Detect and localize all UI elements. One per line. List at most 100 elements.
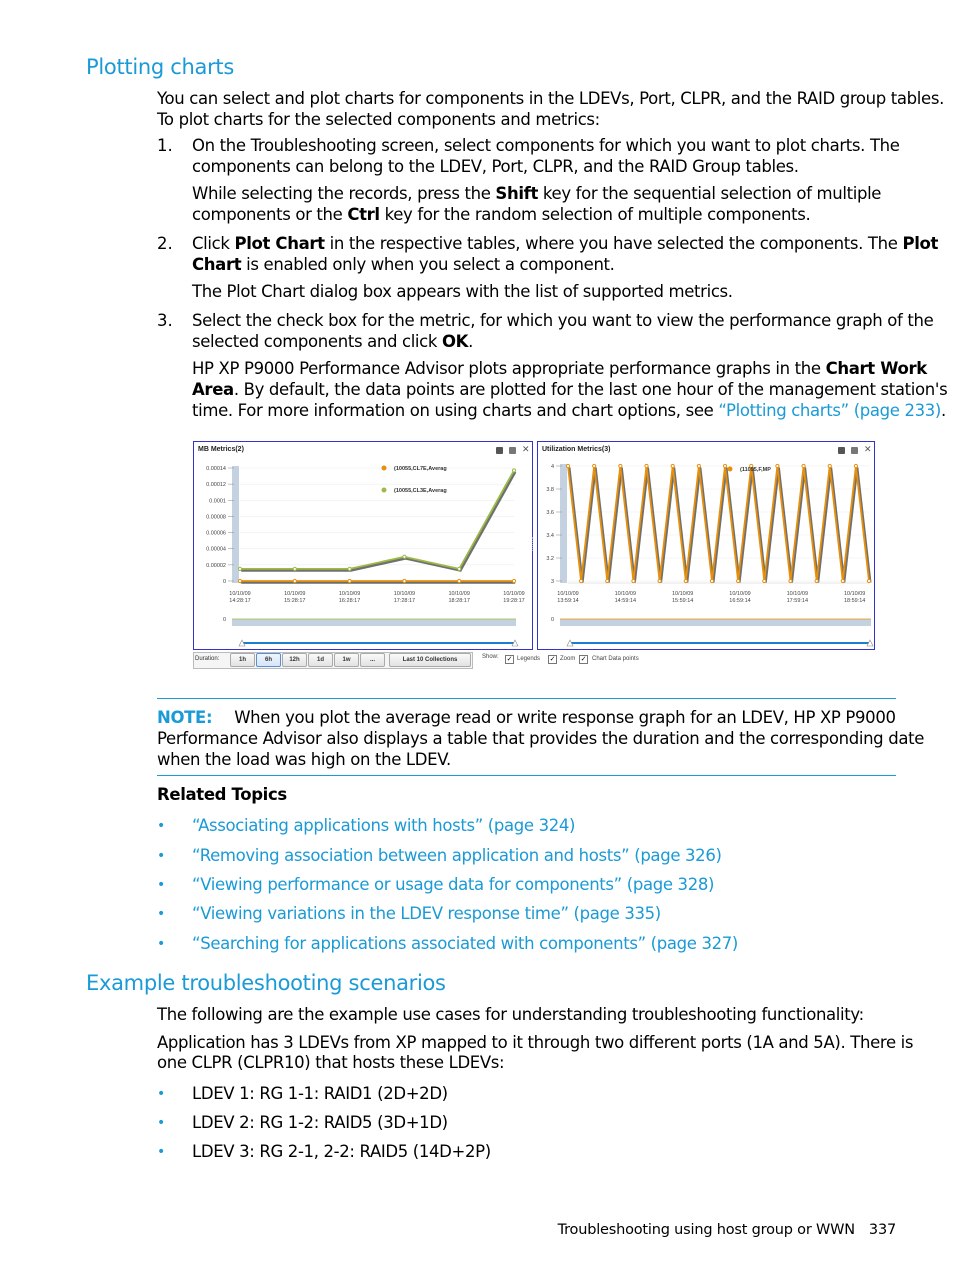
x-tick-label: 10/10/09 xyxy=(339,591,360,597)
data-point xyxy=(237,578,243,584)
series-line xyxy=(240,469,515,570)
duration-6h-button[interactable]: 6h xyxy=(256,653,281,667)
related-link-1[interactable]: “Associating applications with hosts” (p… xyxy=(192,815,575,836)
data-point xyxy=(736,578,741,584)
show-label: Show: xyxy=(482,654,499,660)
legend-marker xyxy=(381,465,387,471)
data-point xyxy=(775,463,780,469)
legend-marker xyxy=(381,487,387,493)
legend-label: (10055,CL3E,Averag xyxy=(394,488,447,494)
data-point xyxy=(644,463,649,469)
y-tick-label: 3.6 xyxy=(546,510,554,516)
x-tick-label: 15:59:14 xyxy=(672,598,693,604)
legend-marker xyxy=(727,466,733,472)
duration-more-button[interactable]: ... xyxy=(360,653,385,667)
step-3-number: 3. xyxy=(157,311,173,330)
related-link-4[interactable]: “Viewing variations in the LDEV response… xyxy=(192,903,661,924)
y-tick-label: 4 xyxy=(551,464,554,470)
x-tick-label: 10/10/09 xyxy=(615,591,636,597)
data-point xyxy=(827,463,832,469)
related-link-2[interactable]: “Removing association between applicatio… xyxy=(192,845,722,866)
chart-data-points-checkbox[interactable]: ✓ xyxy=(579,655,588,664)
data-point xyxy=(801,463,806,469)
bullet-icon: • xyxy=(157,906,166,922)
bullet-icon: • xyxy=(157,818,166,834)
data-point xyxy=(511,468,517,473)
data-point xyxy=(347,566,352,571)
y-tick-label: 0.00012 xyxy=(206,482,226,488)
data-point xyxy=(762,578,767,584)
utilization-metrics-panel: Utilization Metrics(3) ✕ 3 3.2 3.4 3.6 3.8 4 1… xyxy=(537,441,875,650)
step-3-sub-line-1: HP XP P9000 Performance Advisor plots ap… xyxy=(192,359,927,378)
legends-label: Legends xyxy=(517,656,541,662)
data-point xyxy=(578,578,584,584)
related-link-3[interactable]: “Viewing performance or usage data for c… xyxy=(192,874,714,895)
step-1-line-1: On the Troubleshooting screen, select co… xyxy=(192,136,900,155)
data-point xyxy=(402,554,407,559)
data-point xyxy=(511,578,517,584)
ldev-item-1: LDEV 1: RG 1-1: RAID1 (2D+2D) xyxy=(192,1084,448,1103)
chart-data-points-label: Chart Data points xyxy=(592,656,639,662)
y-tick-label: 3.4 xyxy=(546,533,554,539)
intro-line-2: To plot charts for the selected componen… xyxy=(157,110,600,129)
overview-zero-label: 0 xyxy=(551,617,554,623)
x-tick-label: 10/10/09 xyxy=(503,591,524,597)
bullet-icon: • xyxy=(157,1115,166,1131)
last-10-collections-button[interactable]: Last 10 Collections xyxy=(389,653,471,667)
step-2-line-2: Chart is enabled only when you select a … xyxy=(192,255,615,274)
mb-metrics-chart: 0 0.00002 0.00004 0.00006 0.00008 0.0001 0.000… xyxy=(206,465,525,647)
scenarios-intro: The following are the example use cases … xyxy=(157,1005,864,1024)
x-tick-label: 10/10/09 xyxy=(729,591,750,597)
page-footer: Troubleshooting using host group or WWN 3… xyxy=(557,1222,897,1238)
duration-12h-button[interactable]: 12h xyxy=(282,653,307,667)
zoom-checkbox[interactable]: ✓ xyxy=(548,655,557,664)
data-point xyxy=(657,578,662,584)
plotting-charts-link[interactable]: “Plotting charts” (page 233) xyxy=(718,401,941,420)
series-line xyxy=(567,465,870,582)
data-point xyxy=(292,578,297,584)
note-line-1: NOTE: When you plot the average read or w… xyxy=(157,708,896,727)
data-point xyxy=(347,578,352,584)
x-tick-label: 14:28:17 xyxy=(229,598,250,604)
bullet-icon: • xyxy=(157,877,166,893)
note-top-rule xyxy=(157,698,896,699)
x-tick-label: 14:59:14 xyxy=(615,598,636,604)
footer-title: Troubleshooting using host group or WWN xyxy=(557,1222,856,1238)
intro-line-1: You can select and plot charts for compo… xyxy=(157,89,944,108)
duration-1w-button[interactable]: 1w xyxy=(334,653,359,667)
x-tick-label: 17:28:17 xyxy=(394,598,415,604)
x-tick-label: 15:28:17 xyxy=(284,598,305,604)
x-tick-label: 18:28:17 xyxy=(448,598,469,604)
x-tick-label: 10/10/09 xyxy=(844,591,865,597)
data-point xyxy=(840,578,845,584)
bullet-icon: • xyxy=(157,1144,166,1160)
step-2-sub: The Plot Chart dialog box appears with t… xyxy=(192,282,733,301)
data-point xyxy=(631,578,636,584)
data-point xyxy=(722,463,728,469)
overview-band xyxy=(232,619,516,626)
data-point xyxy=(683,578,688,584)
x-tick-label: 10/10/09 xyxy=(557,591,578,597)
related-link-5[interactable]: “Searching for applications associated w… xyxy=(192,933,738,954)
duration-1h-button[interactable]: 1h xyxy=(230,653,255,667)
related-topics-heading: Related Topics xyxy=(157,785,287,804)
data-point xyxy=(292,566,297,571)
series-shadow xyxy=(241,471,517,572)
step-2-number: 2. xyxy=(157,234,173,253)
legends-checkbox[interactable]: ✓ xyxy=(505,655,514,664)
y-tick-label: 0.00008 xyxy=(206,514,226,520)
y-axis-band xyxy=(232,466,239,583)
scenarios-p2-line-1: Application has 3 LDEVs from XP mapped t… xyxy=(157,1033,914,1052)
panel-splitter[interactable] xyxy=(532,537,535,551)
scenarios-p2-line-2: one CLPR (CLPR10) that hosts these LDEVs… xyxy=(157,1053,505,1072)
duration-1d-button[interactable]: 1d xyxy=(308,653,333,667)
x-tick-label: 17:59:14 xyxy=(787,598,808,604)
x-tick-label: 19:28:17 xyxy=(503,598,524,604)
note-line-2: Performance Advisor also displays a tabl… xyxy=(157,729,925,748)
step-3-line-2: selected components and click OK. xyxy=(192,332,474,351)
step-2-line-1: Click Plot Chart in the respective table… xyxy=(192,234,939,253)
utilization-metrics-chart: 33.23.43.63.8410/10/0913:59:1410/10/0914… xyxy=(546,463,874,647)
step-3-sub-line-3: time. For more information on using char… xyxy=(192,401,946,420)
data-point xyxy=(402,578,407,584)
data-point xyxy=(696,463,701,469)
